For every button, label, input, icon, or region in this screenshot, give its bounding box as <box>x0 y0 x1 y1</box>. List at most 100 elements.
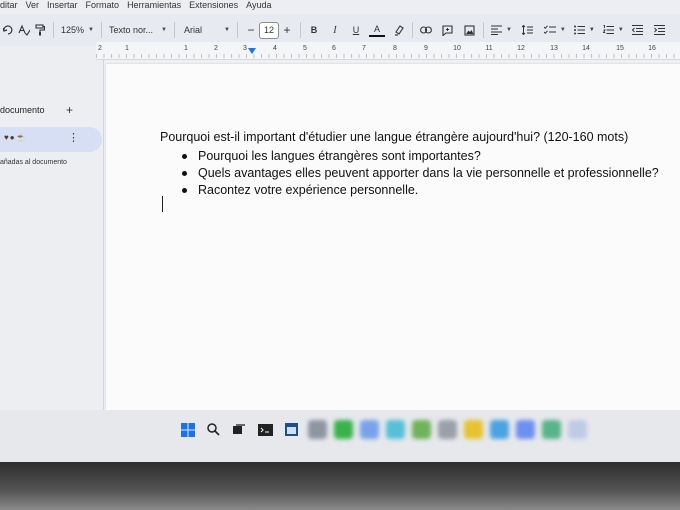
menu-extensions[interactable]: Extensiones <box>189 0 238 12</box>
list-item[interactable]: Pourquoi les langues étrangères sont imp… <box>182 148 659 165</box>
document-tab-item[interactable]: ♥●☕ ⋮ <box>0 127 102 152</box>
chevron-down-icon: ▼ <box>617 27 624 33</box>
ruler-label: 13 <box>550 45 558 52</box>
ruler-label: 10 <box>453 45 461 52</box>
ruler-label: 7 <box>362 45 366 52</box>
chevron-down-icon: ▼ <box>224 27 230 33</box>
app-icon[interactable] <box>386 420 405 439</box>
ruler-label: 12 <box>517 45 525 52</box>
screen: ditar Ver Insertar Formato Herramientas … <box>0 0 680 462</box>
app-icon[interactable] <box>490 420 509 439</box>
document-page[interactable]: Pourquoi est-il important d'étudier une … <box>106 64 680 410</box>
spellcheck-icon[interactable] <box>16 20 32 40</box>
bullet-list: Pourquoi les langues étrangères sont imp… <box>182 148 659 199</box>
comment-icon[interactable] <box>440 20 456 40</box>
panel-title: documento <box>0 105 45 115</box>
font-size-input[interactable]: 12 <box>258 21 279 39</box>
numbered-list-icon[interactable]: ▼ <box>601 20 626 40</box>
font-select[interactable]: Arial ▼ <box>180 20 232 40</box>
text-color-button[interactable]: A <box>368 23 385 37</box>
app-icon[interactable] <box>542 420 561 439</box>
menu-bar: ditar Ver Insertar Formato Herramientas … <box>0 0 680 12</box>
bold-button[interactable]: B <box>306 20 322 40</box>
chevron-down-icon: ▼ <box>88 27 94 33</box>
ruler-label: 5 <box>303 45 307 52</box>
undo-redo-icon[interactable] <box>0 20 16 40</box>
menu-edit[interactable]: ditar <box>0 0 18 12</box>
app-icon[interactable] <box>334 420 353 439</box>
ruler-label: 2 <box>98 45 102 52</box>
menu-view[interactable]: Ver <box>26 0 40 12</box>
ruler-label: 2 <box>214 45 218 52</box>
bullet-list-icon[interactable]: ▼ <box>572 20 597 40</box>
text-cursor <box>162 196 163 212</box>
document-canvas: Pourquoi est-il important d'étudier une … <box>104 60 680 410</box>
ruler[interactable]: 2 1 1 2 3 4 5 6 7 8 9 10 11 12 13 14 15 … <box>96 42 680 60</box>
link-icon[interactable] <box>418 20 434 40</box>
menu-help[interactable]: Ayuda <box>246 0 271 12</box>
zoom-select[interactable]: 125% ▼ <box>59 20 96 40</box>
zoom-value: 125% <box>61 25 85 35</box>
calendar-icon[interactable] <box>282 420 301 439</box>
app-icon[interactable] <box>412 420 431 439</box>
italic-button[interactable]: I <box>327 20 343 40</box>
menu-format[interactable]: Formato <box>86 0 120 12</box>
task-view-icon[interactable] <box>230 420 249 439</box>
document-heading[interactable]: Pourquoi est-il important d'étudier une … <box>160 130 628 144</box>
windows-start-icon[interactable] <box>178 420 197 439</box>
ruler-label: 3 <box>243 45 247 52</box>
line-spacing-icon[interactable] <box>520 20 536 40</box>
panel-hint-text: añadas al documento <box>0 159 67 166</box>
paragraph-style-value: Texto nor... <box>108 25 154 35</box>
highlighter-icon[interactable] <box>391 20 407 40</box>
more-options-button[interactable]: ⋮ <box>68 131 79 144</box>
ruler-label: 8 <box>393 45 397 52</box>
ruler-label: 4 <box>273 45 277 52</box>
toolbar-separator <box>299 22 301 38</box>
toolbar-separator <box>53 22 54 38</box>
align-icon[interactable]: ▼ <box>489 20 514 40</box>
toolbar-separator <box>482 22 484 38</box>
menu-insert[interactable]: Insertar <box>47 0 78 12</box>
indent-icon[interactable] <box>652 20 668 40</box>
font-value: Arial <box>183 25 202 35</box>
app-icon[interactable] <box>308 420 327 439</box>
ruler-label: 11 <box>485 45 493 52</box>
app-icon[interactable] <box>438 420 457 439</box>
menu-tools[interactable]: Herramientas <box>127 0 181 12</box>
app-icon[interactable] <box>464 420 483 439</box>
indent-marker[interactable] <box>248 48 256 54</box>
ruler-label: 1 <box>125 45 129 52</box>
toolbar-separator <box>100 22 102 38</box>
ruler-label: 1 <box>184 45 188 52</box>
paragraph-style-select[interactable]: Texto nor... ▼ <box>107 20 169 40</box>
font-size-decrease-button[interactable]: − <box>243 20 259 40</box>
chevron-down-icon: ▼ <box>559 27 566 33</box>
indent-decrease-icon[interactable] <box>630 20 646 40</box>
checklist-icon[interactable]: ▼ <box>542 20 568 40</box>
ruler-label: 14 <box>582 45 590 52</box>
paint-format-icon[interactable] <box>32 20 48 40</box>
terminal-icon[interactable] <box>256 420 275 439</box>
ruler-ticks <box>96 54 680 58</box>
chevron-down-icon: ▼ <box>505 27 512 33</box>
chevron-down-icon: ▼ <box>588 27 595 33</box>
toolbar-separator <box>236 22 238 38</box>
ruler-label: 9 <box>424 45 428 52</box>
tab-emoji-icon: ♥●☕ <box>4 133 27 142</box>
app-icon[interactable] <box>360 420 379 439</box>
taskbar <box>0 410 680 462</box>
add-tab-button[interactable]: + <box>66 103 73 117</box>
list-item[interactable]: Quels avantages elles peuvent apporter d… <box>182 165 659 182</box>
underline-button[interactable]: U <box>348 20 364 40</box>
document-tabs-panel: documento + ♥●☕ ⋮ añadas al documento <box>0 60 104 410</box>
app-icon[interactable] <box>568 420 587 439</box>
app-icon[interactable] <box>516 420 535 439</box>
toolbar-separator <box>411 22 413 38</box>
taskbar-icons <box>178 420 587 439</box>
list-item[interactable]: Racontez votre expérience personnelle. <box>182 182 659 199</box>
search-icon[interactable] <box>204 420 223 439</box>
font-size-increase-button[interactable]: + <box>279 20 295 40</box>
ruler-label: 15 <box>616 45 624 52</box>
image-icon[interactable] <box>462 20 478 40</box>
